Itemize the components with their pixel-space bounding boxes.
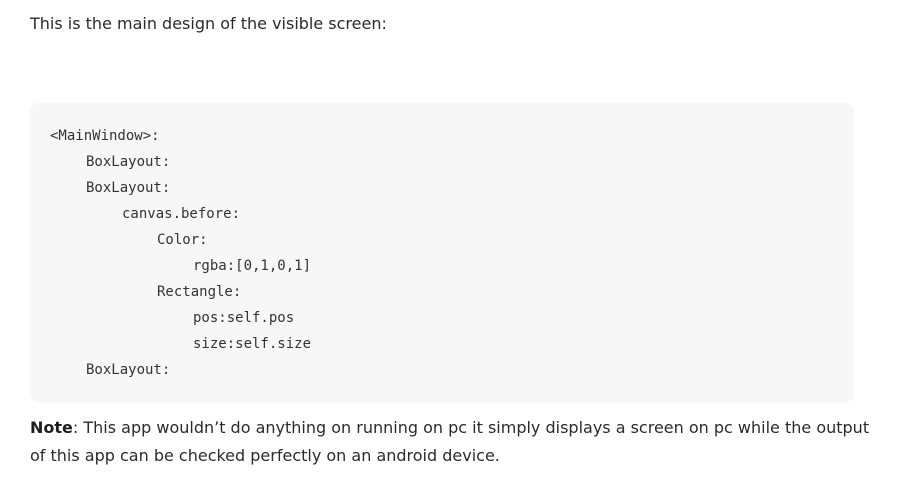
code-line: Rectangle:: [157, 284, 242, 300]
note-paragraph: Note: This app wouldn’t do anything on r…: [30, 414, 870, 470]
code-block: <MainWindow>: BoxLayout: BoxLayout: canv…: [30, 103, 854, 402]
code-line: pos:self.pos: [193, 310, 295, 326]
note-label: Note: [30, 418, 73, 437]
code-line: BoxLayout:: [86, 180, 171, 196]
code-line: <MainWindow>:: [50, 128, 160, 144]
intro-text: This is the main design of the visible s…: [30, 14, 387, 33]
code-line: size:self.size: [193, 336, 312, 352]
code-line: rgba:[0,1,0,1]: [193, 258, 312, 274]
code-line: canvas.before:: [122, 206, 241, 222]
code-line: BoxLayout:: [86, 154, 171, 170]
note-text: : This app wouldn’t do anything on runni…: [30, 418, 870, 465]
code-line: Color:: [157, 232, 208, 248]
code-line: BoxLayout:: [86, 362, 171, 378]
